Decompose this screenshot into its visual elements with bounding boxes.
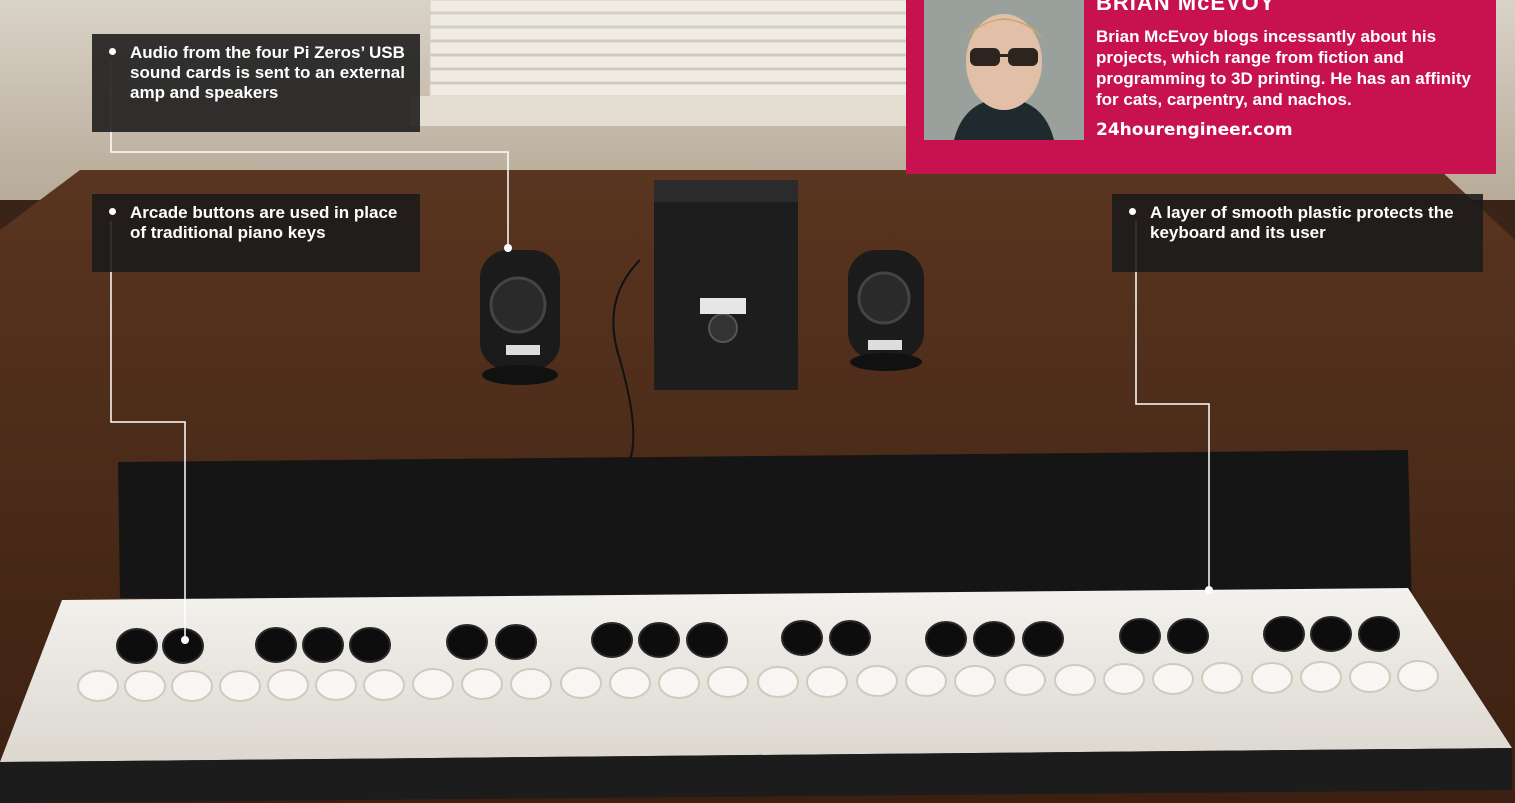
callout-audio: Audio from the four Pi Zeros’ USB sound … (92, 34, 420, 132)
author-name: BRIAN McEVOY (1096, 0, 1276, 15)
callout-plastic-text: A layer of smooth plastic protects the k… (1150, 203, 1454, 242)
callout-buttons-text: Arcade buttons are used in place of trad… (130, 203, 398, 242)
callout-audio-text: Audio from the four Pi Zeros’ USB sound … (130, 43, 405, 102)
author-website-link[interactable]: 24hourengineer.com (1096, 120, 1293, 140)
author-portrait-icon (924, 0, 1084, 140)
author-description: Brian McEvoy blogs incessantly about his… (1096, 27, 1471, 109)
author-bio-box: BRIAN McEVOY Brian McEvoy blogs incessan… (906, 0, 1496, 174)
subwoofer-label (700, 298, 746, 314)
bullet-icon (109, 48, 116, 55)
bullet-icon (1129, 208, 1136, 215)
author-photo (924, 0, 1084, 140)
bullet-icon (109, 208, 116, 215)
callout-buttons: Arcade buttons are used in place of trad… (92, 194, 420, 272)
callout-plastic: A layer of smooth plastic protects the k… (1112, 194, 1483, 272)
